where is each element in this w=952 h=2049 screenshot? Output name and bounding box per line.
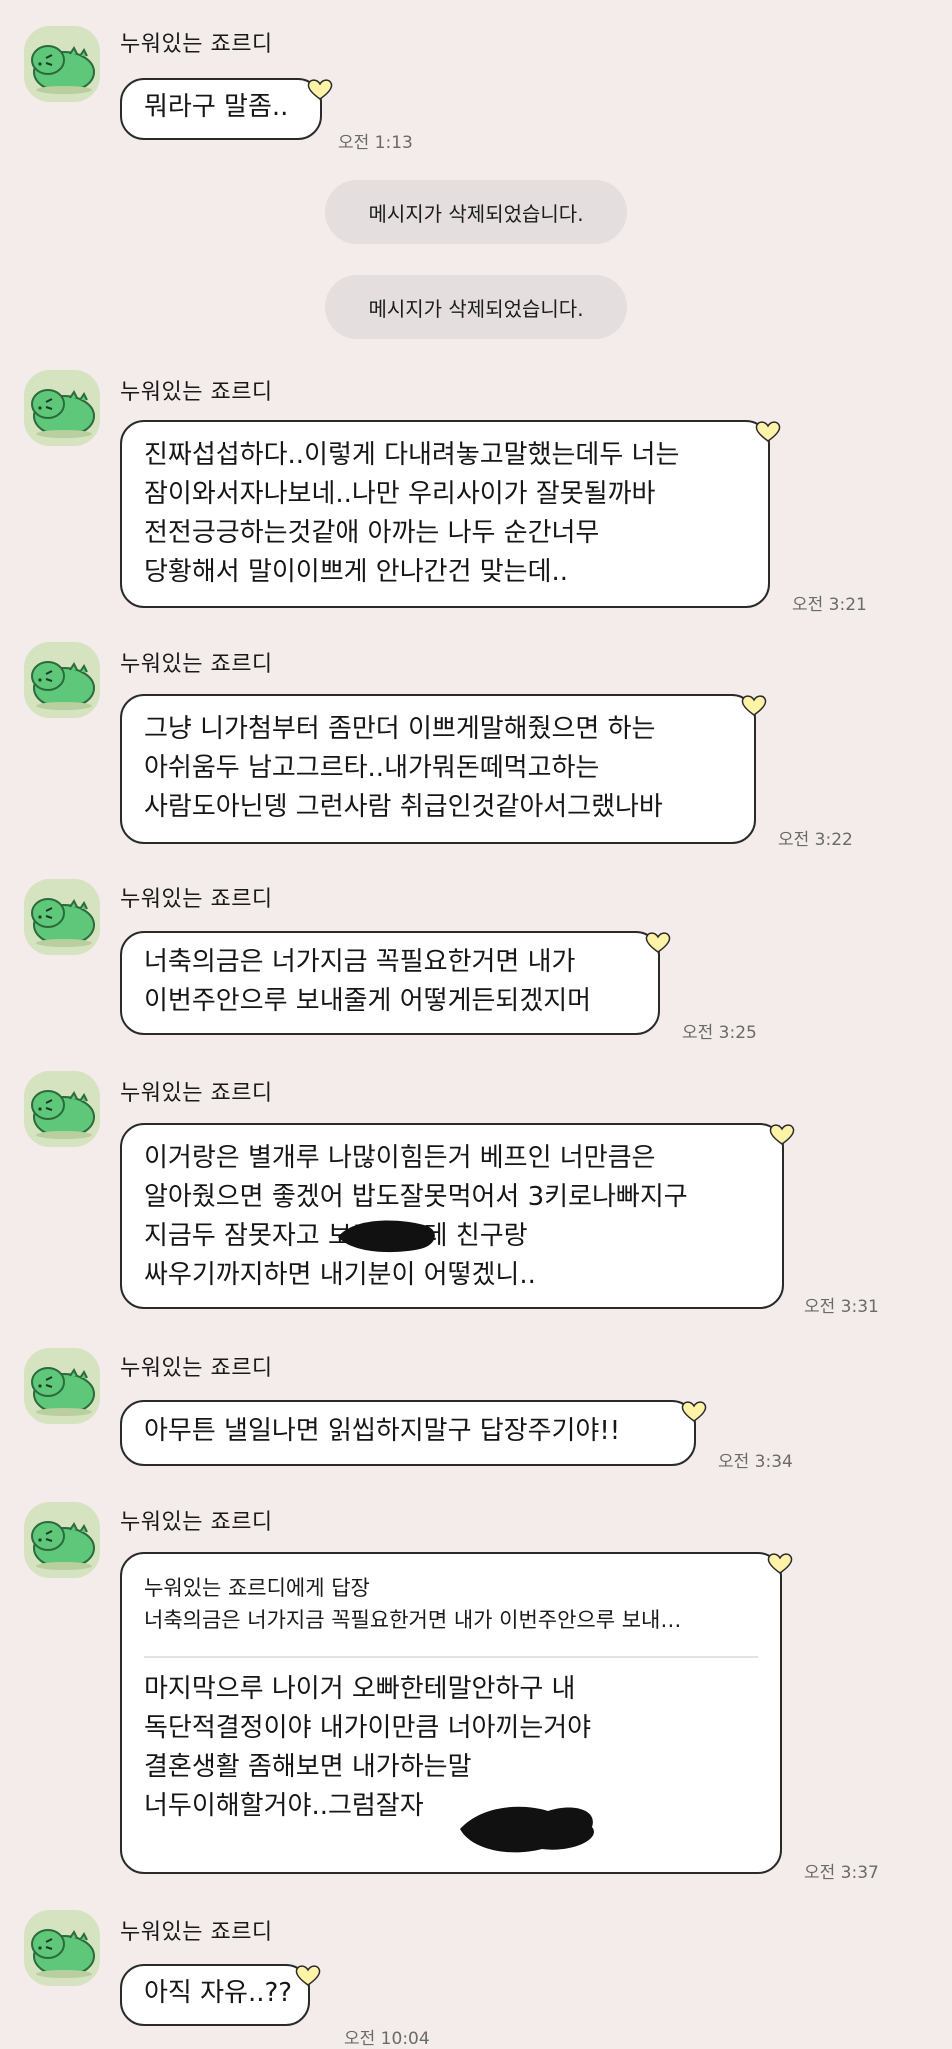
heart-icon xyxy=(768,1119,796,1145)
sender-name: 누워있는 죠르디 xyxy=(120,652,273,677)
message-time: 오전 3:37 xyxy=(804,1863,879,1883)
sender-avatar[interactable] xyxy=(24,1348,100,1424)
message-time: 오전 3:25 xyxy=(682,1023,757,1043)
message-time: 오전 10:04 xyxy=(344,2029,430,2049)
message-bubble[interactable]: 이거랑은 별개루 나많이힘든거 베프인 너만큼은 알아줬으면 좋겠어 밥도잘못먹… xyxy=(120,1123,795,1309)
sender-avatar[interactable] xyxy=(24,1502,100,1578)
jordy-dinosaur-icon xyxy=(24,1502,100,1578)
message-line: 당황해서 말이이쁘게 안나간건 맞는데.. xyxy=(144,557,569,587)
message-line: 알아줬으면 좋겠어 밥도잘못먹어서 3키로나빠지구 xyxy=(144,1182,688,1212)
message-bubble[interactable]: 아직 자유..?? xyxy=(120,1964,321,2026)
message-time: 오전 1:13 xyxy=(338,133,413,153)
redaction-scribble xyxy=(460,1806,594,1853)
deleted-message-notice: 메시지가 삭제되었습니다. xyxy=(325,180,627,244)
message-line: 진짜섭섭하다..이렇게 다내려놓고말했는데두 너는 xyxy=(144,440,680,470)
sender-name: 누워있는 죠르디 xyxy=(120,1510,273,1535)
heart-icon xyxy=(306,74,334,100)
sender-avatar[interactable] xyxy=(24,879,100,955)
sender-name: 누워있는 죠르디 xyxy=(120,887,273,912)
sender-avatar[interactable] xyxy=(24,1071,100,1147)
jordy-dinosaur-icon xyxy=(24,1348,100,1424)
message-bubble[interactable]: 그냥 니가첨부터 좀만더 이쁘게말해줬으면 하는 아쉬움두 남고그르타..내가뭐… xyxy=(120,694,767,844)
message-line: 전전긍긍하는것같애 아까는 나두 순간너무 xyxy=(144,518,600,548)
jordy-dinosaur-icon xyxy=(24,1910,100,1986)
sender-name: 누워있는 죠르디 xyxy=(120,32,273,57)
heart-icon xyxy=(754,416,782,442)
heart-icon xyxy=(644,927,672,953)
jordy-dinosaur-icon xyxy=(24,26,100,102)
message-line: 이거랑은 별개루 나많이힘든거 베프인 너만큼은 xyxy=(144,1143,656,1173)
sender-avatar[interactable] xyxy=(24,26,100,102)
message-time: 오전 3:22 xyxy=(778,830,853,850)
sender-name: 누워있는 죠르디 xyxy=(120,1920,273,1945)
message-line: 싸우기까지하면 내기분이 어떻겠니.. xyxy=(144,1260,536,1290)
message-line: 너축의금은 너가지금 꼭필요한거면 내가 xyxy=(144,947,576,977)
message-time: 오전 3:21 xyxy=(792,595,867,615)
heart-icon xyxy=(766,1548,794,1574)
reply-divider xyxy=(144,1656,758,1658)
message-bubble[interactable]: 너축의금은 너가지금 꼭필요한거면 내가 이번주안으루 보내줄게 어떻게든되겠지… xyxy=(120,931,671,1035)
sender-avatar[interactable] xyxy=(24,642,100,718)
reply-header[interactable]: 누워있는 죠르디에게 답장 xyxy=(144,1572,758,1604)
message-line: 마지막으루 나이거 오빠한테말안하구 내 xyxy=(144,1674,576,1704)
jordy-dinosaur-icon xyxy=(24,879,100,955)
deleted-message-notice: 메시지가 삭제되었습니다. xyxy=(325,275,627,339)
sender-name: 누워있는 죠르디 xyxy=(120,380,273,405)
sender-name: 누워있는 죠르디 xyxy=(120,1081,273,1106)
message-text: 뭐라구 말좀.. xyxy=(144,92,289,122)
heart-icon xyxy=(680,1396,708,1422)
message-line: 아쉬움두 남고그르타..내가뭐돈떼먹고하는 xyxy=(144,753,600,783)
sender-name: 누워있는 죠르디 xyxy=(120,1356,273,1381)
jordy-dinosaur-icon xyxy=(24,370,100,446)
message-line: 지금두 잠못자고 보고있는데 친구랑 xyxy=(144,1221,528,1251)
message-line: 아무튼 낼일나면 읽씹하지말구 답장주기야!! xyxy=(144,1416,621,1446)
message-bubble[interactable]: 아무튼 낼일나면 읽씹하지말구 답장주기야!! xyxy=(120,1400,707,1466)
message-line: 아직 자유..?? xyxy=(144,1978,293,2008)
sender-avatar[interactable] xyxy=(24,370,100,446)
heart-icon xyxy=(294,1960,322,1986)
message-line: 이번주안으루 보내줄게 어떻게든되겠지머 xyxy=(144,986,592,1016)
message-line: 결혼생활 좀해보면 내가하는말 xyxy=(144,1752,472,1782)
redaction-scribble xyxy=(338,1220,435,1253)
message-time: 오전 3:34 xyxy=(718,1452,793,1472)
message-line: 너두이해할거야..그럼잘자 xyxy=(144,1791,424,1821)
heart-icon xyxy=(740,690,768,716)
sender-avatar[interactable] xyxy=(24,1910,100,1986)
message-line: 잠이와서자나보네..나만 우리사이가 잘못될까바 xyxy=(144,479,656,509)
jordy-dinosaur-icon xyxy=(24,1071,100,1147)
message-line: 그냥 니가첨부터 좀만더 이쁘게말해줬으면 하는 xyxy=(144,714,656,744)
reply-message-bubble[interactable]: 누워있는 죠르디에게 답장 너축의금은 너가지금 꼭필요한거면 내가 이번주안으… xyxy=(120,1552,793,1874)
message-line: 사람도아닌뎅 그런사람 취급인것같아서그랬나바 xyxy=(144,792,663,822)
message-bubble[interactable]: 진짜섭섭하다..이렇게 다내려놓고말했는데두 너는 잠이와서자나보네..나만 우… xyxy=(120,420,781,608)
message-time: 오전 3:31 xyxy=(804,1297,879,1317)
message-line: 독단적결정이야 내가이만큼 너아끼는거야 xyxy=(144,1713,592,1743)
chat-room[interactable]: 누워있는 죠르디 뭐라구 말좀.. 오전 1:13 메시지가 삭제되었습니다. … xyxy=(0,0,952,2049)
jordy-dinosaur-icon xyxy=(24,642,100,718)
message-bubble[interactable]: 뭐라구 말좀.. xyxy=(120,78,333,140)
reply-quoted-text[interactable]: 너축의금은 너가지금 꼭필요한거면 내가 이번주안으루 보내… xyxy=(144,1604,758,1636)
